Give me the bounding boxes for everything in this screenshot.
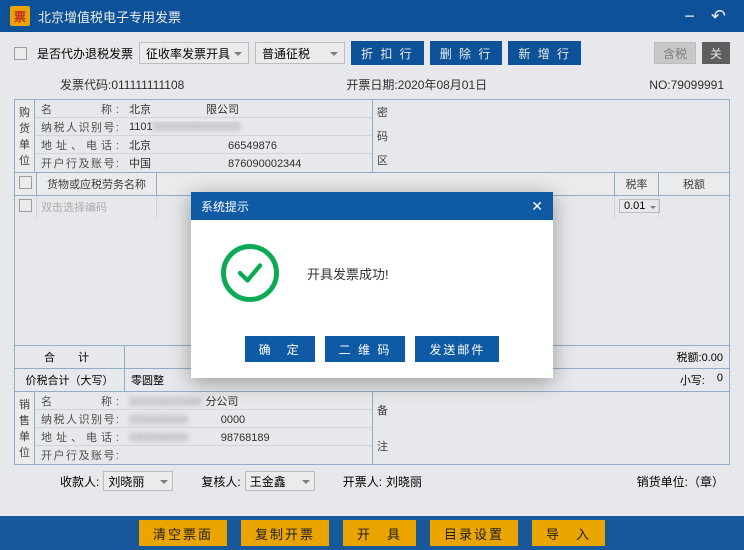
success-check-icon bbox=[221, 244, 279, 302]
dialog-title: 系统提示 bbox=[201, 198, 249, 215]
system-dialog: 系统提示 ✕ 开具发票成功! 确 定 二 维 码 发送邮件 bbox=[191, 192, 553, 378]
modal-overlay: 系统提示 ✕ 开具发票成功! 确 定 二 维 码 发送邮件 bbox=[0, 0, 744, 550]
dialog-titlebar: 系统提示 ✕ bbox=[191, 192, 553, 220]
dialog-close-icon[interactable]: ✕ bbox=[531, 198, 543, 215]
dialog-qr-button[interactable]: 二 维 码 bbox=[325, 336, 406, 362]
dialog-mail-button[interactable]: 发送邮件 bbox=[415, 336, 499, 362]
dialog-message: 开具发票成功! bbox=[307, 264, 389, 283]
dialog-ok-button[interactable]: 确 定 bbox=[245, 336, 315, 362]
dialog-footer: 确 定 二 维 码 发送邮件 bbox=[191, 326, 553, 378]
